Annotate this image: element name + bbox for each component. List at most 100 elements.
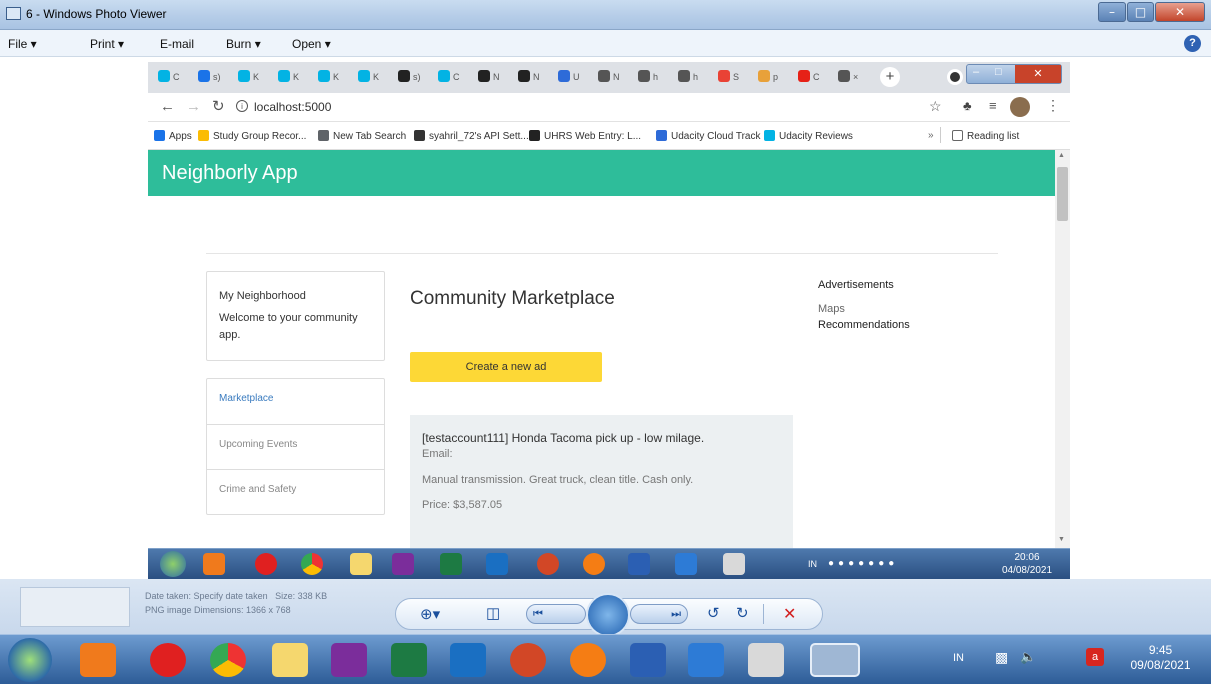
tab-14[interactable]: S	[718, 66, 739, 88]
bookmark-2[interactable]: New Tab Search	[318, 130, 406, 142]
help-icon[interactable]: ?	[1184, 35, 1201, 52]
opera-icon[interactable]	[150, 643, 186, 677]
brand-logo[interactable]: Neighborly App	[162, 162, 298, 185]
profile-avatar[interactable]	[1010, 97, 1030, 117]
folder-icon[interactable]	[350, 553, 372, 575]
back-arrow-icon[interactable]: ←	[160, 98, 175, 115]
extensions-puzzle-icon[interactable]: ♣	[963, 98, 972, 113]
recommendations-link[interactable]: Recommendations	[818, 319, 910, 331]
excel-icon[interactable]	[440, 553, 462, 575]
vscode-icon[interactable]	[688, 643, 724, 677]
sidebar-item-crime-and-safety[interactable]: Crime and Safety	[207, 469, 384, 514]
vscode-icon[interactable]	[675, 553, 697, 575]
browser-close-icon[interactable]: ✕	[1015, 65, 1061, 83]
tab-7[interactable]: C	[438, 66, 460, 88]
start-orb-icon[interactable]	[160, 551, 186, 577]
tab-15[interactable]: p	[758, 66, 778, 88]
excel-icon[interactable]	[391, 643, 427, 677]
onenote-icon[interactable]	[392, 553, 414, 575]
tab-17[interactable]: ×	[838, 66, 858, 88]
bookmark-star-icon[interactable]: ☆	[929, 98, 942, 115]
ad-card[interactable]: [testaccount111] Honda Tacoma pick up - …	[410, 415, 793, 548]
create-ad-button[interactable]: Create a new ad	[410, 352, 602, 382]
powerpoint-icon[interactable]	[510, 643, 546, 677]
tab-13[interactable]: h	[678, 66, 698, 88]
rotate-left-icon[interactable]: ↺	[707, 604, 720, 622]
bookmark-0[interactable]: Apps	[154, 130, 192, 142]
opera-icon[interactable]	[255, 553, 277, 575]
player-icon[interactable]	[203, 553, 225, 575]
word-icon[interactable]	[630, 643, 666, 677]
sidebar-item-marketplace[interactable]: Marketplace	[207, 379, 384, 424]
open-menu[interactable]: Open ▾	[292, 37, 331, 51]
bookmark-4[interactable]: UHRS Web Entry: L...	[529, 130, 641, 142]
slideshow-button[interactable]	[586, 593, 630, 637]
file-menu[interactable]: File ▾	[8, 37, 37, 51]
paint-icon[interactable]	[723, 553, 745, 575]
new-tab-icon[interactable]: +	[880, 67, 900, 87]
scroll-down-icon[interactable]: ▼	[1058, 536, 1065, 543]
acrobat-tray-icon[interactable]: a	[1086, 648, 1104, 666]
folder-icon[interactable]	[272, 643, 308, 677]
maximize-button[interactable]: □	[1127, 2, 1154, 22]
chrome-icon[interactable]	[210, 643, 246, 677]
forward-arrow-icon[interactable]: →	[186, 98, 201, 115]
browser-minimize-icon[interactable]: –	[973, 66, 979, 78]
email-menu[interactable]: E-mail	[160, 37, 194, 51]
outer-language[interactable]: IN	[953, 652, 964, 664]
media-queue-icon[interactable]: ≡	[989, 98, 997, 113]
powerpoint-icon[interactable]	[537, 553, 559, 575]
menu-kebab-icon[interactable]: ⋮	[1046, 97, 1060, 114]
network-icon[interactable]: ▩	[995, 649, 1008, 666]
minimize-button[interactable]: –	[1098, 2, 1126, 22]
tab-9[interactable]: N	[518, 66, 540, 88]
tab-0[interactable]: C	[158, 66, 180, 88]
browser-maximize-icon[interactable]: □	[995, 66, 1002, 78]
inner-tray-icons[interactable]: ●●●●●●●	[828, 558, 898, 569]
firefox-icon[interactable]	[583, 553, 605, 575]
tab-10[interactable]: U	[558, 66, 580, 88]
tab-8[interactable]: N	[478, 66, 500, 88]
ad-title[interactable]: [testaccount111] Honda Tacoma pick up - …	[422, 431, 704, 445]
page-scrollbar[interactable]: ▲ ▼	[1055, 150, 1070, 548]
tab-3[interactable]: K	[278, 66, 299, 88]
tab-4[interactable]: K	[318, 66, 339, 88]
scroll-up-icon[interactable]: ▲	[1058, 152, 1065, 159]
paint-icon[interactable]	[748, 643, 784, 677]
firefox-icon[interactable]	[570, 643, 606, 677]
tab-16[interactable]: C	[798, 66, 820, 88]
outlook-icon[interactable]	[450, 643, 486, 677]
tab-12[interactable]: h	[638, 66, 658, 88]
tab-5[interactable]: K	[358, 66, 379, 88]
bookmark-3[interactable]: syahril_72's API Sett...	[414, 130, 529, 142]
print-menu[interactable]: Print ▾	[90, 37, 124, 51]
extension-icon[interactable]	[947, 69, 963, 85]
tab-1[interactable]: s)	[198, 66, 221, 88]
sidebar-item-upcoming-events[interactable]: Upcoming Events	[207, 424, 384, 469]
previous-button[interactable]: ⏮	[526, 604, 586, 624]
photo-viewer-taskbar-icon[interactable]	[810, 643, 860, 677]
chrome-icon[interactable]	[301, 553, 323, 575]
close-button[interactable]: ✕	[1155, 2, 1205, 22]
zoom-icon[interactable]: ⊕▾	[420, 605, 440, 623]
onenote-icon[interactable]	[331, 643, 367, 677]
volume-icon[interactable]: 🔈	[1020, 649, 1036, 665]
bookmark-1[interactable]: Study Group Recor...	[198, 130, 306, 142]
rotate-right-icon[interactable]: ↻	[736, 604, 749, 622]
word-icon[interactable]	[628, 553, 650, 575]
bookmark-6[interactable]: Udacity Reviews	[764, 130, 853, 142]
inner-language[interactable]: IN	[808, 559, 817, 569]
delete-icon[interactable]: ✕	[783, 604, 796, 624]
reload-icon[interactable]: ↻	[212, 97, 225, 115]
tab-6[interactable]: s)	[398, 66, 421, 88]
outlook-icon[interactable]	[486, 553, 508, 575]
maps-link[interactable]: Maps	[818, 303, 845, 315]
actual-size-icon[interactable]: ◫	[486, 604, 500, 622]
url-field[interactable]: localhost:5000	[254, 100, 331, 114]
bookmark-5[interactable]: Udacity Cloud Track	[656, 130, 760, 142]
info-icon[interactable]: i	[236, 100, 248, 112]
burn-menu[interactable]: Burn ▾	[226, 37, 261, 51]
tab-11[interactable]: N	[598, 66, 620, 88]
next-button[interactable]: ⏭	[630, 604, 688, 624]
inner-clock[interactable]: 20:06 04/08/2021	[996, 551, 1058, 577]
